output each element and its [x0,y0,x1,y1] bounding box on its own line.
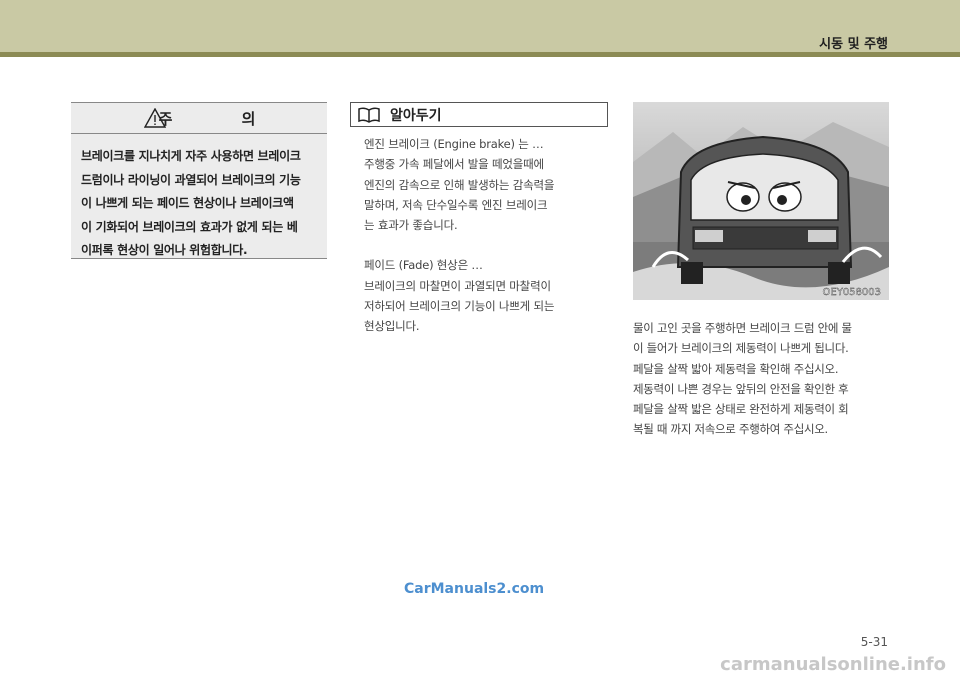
bus-illustration: OEY058003 [633,102,889,300]
body-line: 페달을 살짝 밟아 제동력을 확인해 주십시오. [633,361,839,376]
caution-line: 드럼이나 라이닝이 과열되어 브레이크의 기능 [81,172,301,187]
info-line: 페이드 (Fade) 현상은 … [364,258,483,273]
figure-code: OEY058003 [823,287,881,298]
caution-line: 이퍼록 현상이 일어나 위험합니다. [81,243,248,257]
info-title: 알아두기 [390,107,442,124]
body-text: 물이 고인 곳을 주행하면 브레이크 드럼 안에 물 이 들어가 브레이크의 제… [633,318,891,440]
body-line: 페달을 살짝 밟은 상태로 완전하게 제동력이 회 [633,402,849,417]
caution-text: 브레이크를 지나치게 자주 사용하면 브레이크 드럼이나 라이닝이 과열되어 브… [71,134,327,263]
info-line: 저하되어 브레이크의 기능이 나쁘게 되는 [364,299,555,314]
body-line: 제동력이 나쁜 경우는 앞뒤의 안전을 확인한 후 [633,381,849,396]
caution-box: 주 의 브레이크를 지나치게 자주 사용하면 브레이크 드럼이나 라이닝이 과열… [71,102,327,259]
site-watermark: carmanualsonline.info [720,654,946,675]
watermark-link[interactable]: CarManuals2.com [404,581,544,597]
book-icon [358,106,380,123]
caution-line: 이 기화되어 브레이크의 효과가 없게 되는 베 [81,219,298,234]
body-line: 복될 때 까지 저속으로 주행하여 주십시오. [633,422,828,437]
info-text: 엔진 브레이크 (Engine brake) 는 … 주행중 가속 페달에서 발… [364,134,600,337]
info-line: 엔진 브레이크 (Engine brake) 는 … [364,137,544,151]
caution-title: 주 의 [158,109,288,128]
warning-icon [144,108,166,128]
info-line: 엔진의 감속으로 인해 발생하는 감속력을 [364,177,555,192]
info-line: 브레이크의 마찰면이 과열되면 마찰력이 [364,278,551,293]
body-line: 이 들어가 브레이크의 제동력이 나쁘게 됩니다. [633,341,849,356]
caution-line: 브레이크를 지나치게 자주 사용하면 브레이크 [81,149,301,163]
header-rule [0,52,960,57]
section-title: 시동 및 주행 [819,37,888,52]
info-line: 주행중 가속 페달에서 발을 떼었을때에 [364,157,544,172]
info-line: 말하며, 저속 단수일수록 엔진 브레이크 [364,197,548,212]
caution-line: 이 나쁘게 되는 페이드 현상이나 브레이크액 [81,196,294,210]
caution-header: 주 의 [71,103,327,134]
info-line: 는 효과가 좋습니다. [364,218,458,233]
header-band [0,0,960,52]
body-line: 물이 고인 곳을 주행하면 브레이크 드럼 안에 물 [633,321,852,335]
info-header: 알아두기 [350,102,608,127]
page-number: 5-31 [860,635,888,649]
info-line: 현상입니다. [364,319,420,334]
